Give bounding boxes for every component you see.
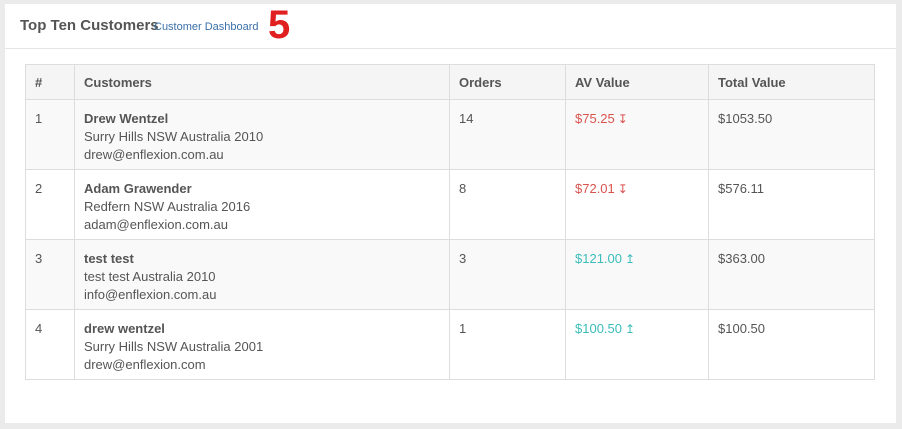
total-value: $576.11 <box>708 169 875 240</box>
customer-email: adam@enflexion.com.au <box>84 217 228 232</box>
top-customers-panel: Top Ten Customers Customer Dashboard 5 #… <box>5 3 896 423</box>
customer-address: Redfern NSW Australia 2016 <box>84 199 251 214</box>
av-value-cell: $72.01 ↧ <box>565 169 709 240</box>
customer-name: Drew Wentzel <box>84 111 169 126</box>
customer-name: Adam Grawender <box>84 181 192 196</box>
trend-down-icon: ↧ <box>617 112 628 126</box>
total-value: $100.50 <box>708 309 875 380</box>
trend-down-icon: ↧ <box>617 182 628 196</box>
av-value: $121.00 <box>575 251 622 266</box>
panel-header: Top Ten Customers Customer Dashboard 5 <box>5 3 896 49</box>
av-value-cell: $100.50 ↥ <box>565 309 709 380</box>
column-header-orders[interactable]: Orders <box>449 64 566 100</box>
column-header-av-value[interactable]: AV Value <box>565 64 709 100</box>
customer-address: test test Australia 2010 <box>84 269 216 284</box>
orders-count: 8 <box>449 169 566 240</box>
customer-cell: drew wentzel Surry Hills NSW Australia 2… <box>74 309 450 380</box>
customers-table: # Customers Orders AV Value Total Value … <box>25 64 875 380</box>
trend-up-icon: ↥ <box>625 252 636 266</box>
av-value-cell: $121.00 ↥ <box>565 239 709 310</box>
customer-dashboard-link[interactable]: Customer Dashboard <box>154 21 259 33</box>
panel-title: Top Ten Customers <box>20 17 159 34</box>
orders-count: 3 <box>449 239 566 310</box>
customer-name: test test <box>84 251 134 266</box>
row-number: 1 <box>25 99 75 170</box>
orders-count: 1 <box>449 309 566 380</box>
customer-cell: test test test test Australia 2010 info@… <box>74 239 450 310</box>
total-value: $1053.50 <box>708 99 875 170</box>
trend-up-icon: ↥ <box>625 322 636 336</box>
customer-email: drew@enflexion.com <box>84 357 206 372</box>
av-value: $100.50 <box>575 321 622 336</box>
customer-cell: Adam Grawender Redfern NSW Australia 201… <box>74 169 450 240</box>
av-value: $72.01 <box>575 181 615 196</box>
orders-count: 14 <box>449 99 566 170</box>
table-row[interactable]: 1 Drew Wentzel Surry Hills NSW Australia… <box>25 99 875 170</box>
customer-name: drew wentzel <box>84 321 165 336</box>
row-number: 2 <box>25 169 75 240</box>
av-value-cell: $75.25 ↧ <box>565 99 709 170</box>
column-header-total-value[interactable]: Total Value <box>708 64 875 100</box>
total-value: $363.00 <box>708 239 875 310</box>
customer-address: Surry Hills NSW Australia 2001 <box>84 339 264 354</box>
row-number: 4 <box>25 309 75 380</box>
customer-address: Surry Hills NSW Australia 2010 <box>84 129 264 144</box>
row-number: 3 <box>25 239 75 310</box>
table-row[interactable]: 2 Adam Grawender Redfern NSW Australia 2… <box>25 169 875 240</box>
customer-cell: Drew Wentzel Surry Hills NSW Australia 2… <box>74 99 450 170</box>
annotation-number: 5 <box>268 3 291 47</box>
table-header-row: # Customers Orders AV Value Total Value <box>25 64 875 100</box>
column-header-customers[interactable]: Customers <box>74 64 450 100</box>
av-value: $75.25 <box>575 111 615 126</box>
column-header-number[interactable]: # <box>25 64 75 100</box>
table-row[interactable]: 3 test test test test Australia 2010 inf… <box>25 239 875 310</box>
customer-email: drew@enflexion.com.au <box>84 147 224 162</box>
customer-email: info@enflexion.com.au <box>84 287 217 302</box>
customers-table-body: 1 Drew Wentzel Surry Hills NSW Australia… <box>25 99 875 380</box>
table-row[interactable]: 4 drew wentzel Surry Hills NSW Australia… <box>25 309 875 380</box>
